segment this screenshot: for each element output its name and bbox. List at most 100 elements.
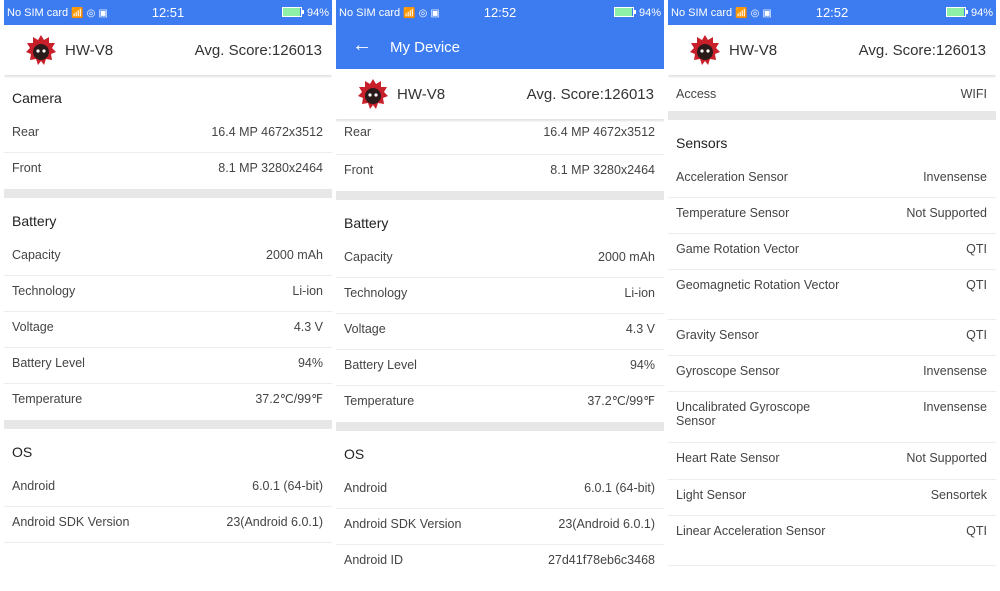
battery-icon bbox=[945, 7, 968, 17]
item-value: 94% bbox=[629, 358, 655, 372]
item-label: Light Sensor bbox=[676, 488, 747, 502]
item-value: 6.0.1 (64-bit) bbox=[252, 479, 323, 493]
list-item: Android SDK Version 23(Android 6.0.1) bbox=[336, 509, 664, 545]
status-bar: No SIM card 📶 ◎ ▣ 12:51 94% bbox=[4, 0, 332, 25]
item-label: Temperature bbox=[12, 392, 83, 406]
item-value: 23(Android 6.0.1) bbox=[558, 517, 655, 531]
list-item: Gyroscope Sensor Invensense bbox=[668, 356, 996, 392]
item-label: Uncalibrated Gyroscope Sensor bbox=[676, 400, 811, 428]
list-item: Rear 16.4 MP 4672x3512 bbox=[336, 119, 664, 155]
item-value: Invensense bbox=[923, 364, 987, 378]
list-item: Linear Acceleration Sensor QTI bbox=[668, 516, 996, 566]
list-item: Gravity Sensor QTI bbox=[668, 320, 996, 356]
section-title-camera: Camera bbox=[12, 90, 62, 106]
list-item: Capacity 2000 mAh bbox=[336, 242, 664, 278]
item-value: 37.2℃/99℉ bbox=[255, 392, 323, 406]
list-item: Temperature 37.2℃/99℉ bbox=[4, 384, 332, 420]
device-name: HW-V8 bbox=[729, 42, 778, 59]
battery-percent: 94% bbox=[638, 7, 661, 19]
screen-3: No SIM card 📶 ◎ ▣ 12:52 94% HW-V8 Avg. Scor… bbox=[668, 0, 996, 591]
item-value: 27d41f78eb6c3468 bbox=[547, 553, 655, 567]
section-title-battery: Battery bbox=[344, 215, 389, 231]
list-item: Acceleration Sensor Invensense bbox=[668, 162, 996, 198]
item-label: Android ID bbox=[344, 553, 404, 567]
section-title-sensors: Sensors bbox=[676, 135, 728, 151]
section-divider bbox=[336, 422, 664, 431]
item-value: Invensense bbox=[923, 170, 987, 184]
item-value: Sensortek bbox=[930, 488, 987, 502]
item-label: Acceleration Sensor bbox=[676, 170, 788, 184]
item-value: 94% bbox=[297, 356, 323, 370]
section-divider bbox=[336, 191, 664, 200]
section-divider bbox=[4, 420, 332, 429]
section-title-battery: Battery bbox=[12, 213, 57, 229]
list-item: Battery Level 94% bbox=[336, 350, 664, 386]
item-label: Game Rotation Vector bbox=[676, 242, 799, 256]
item-label: Front bbox=[12, 161, 42, 175]
item-label: Android SDK Version bbox=[12, 515, 130, 529]
item-value: Not Supported bbox=[906, 206, 987, 220]
list-item: Android SDK Version 23(Android 6.0.1) bbox=[4, 507, 332, 543]
item-label: Gravity Sensor bbox=[676, 328, 759, 342]
list-item: Light Sensor Sensortek bbox=[668, 480, 996, 516]
item-value: 16.4 MP 4672x3512 bbox=[211, 125, 323, 139]
list-item: Android 6.0.1 (64-bit) bbox=[4, 471, 332, 507]
list-content[interactable]: Camera Rear 16.4 MP 4672x3512 Front 8.1 MP… bbox=[4, 79, 332, 543]
avg-score: Avg. Score:126013 bbox=[858, 42, 986, 59]
section-divider bbox=[4, 189, 332, 198]
list-content[interactable]: Rear 16.4 MP 4672x3512 Front 8.1 MP 3280x2… bbox=[336, 119, 664, 581]
list-item: Temperature 37.2℃/99℉ bbox=[336, 386, 664, 422]
list-item: Capacity 2000 mAh bbox=[4, 240, 332, 276]
app-bar: ← My Device bbox=[336, 25, 664, 69]
item-value: 6.0.1 (64-bit) bbox=[584, 481, 655, 495]
item-value: Li-ion bbox=[292, 284, 323, 298]
item-label: Rear bbox=[12, 125, 40, 139]
avg-score: Avg. Score:126013 bbox=[526, 86, 654, 103]
list-item: Heart Rate Sensor Not Supported bbox=[668, 443, 996, 480]
item-label: Voltage bbox=[344, 322, 386, 336]
item-value: 4.3 V bbox=[625, 322, 655, 336]
section-title-os: OS bbox=[344, 446, 365, 462]
battery-icon bbox=[281, 7, 304, 17]
item-value: 4.3 V bbox=[293, 320, 323, 334]
list-item: Game Rotation Vector QTI bbox=[668, 234, 996, 270]
list-item: Access WIFI bbox=[668, 75, 996, 111]
list-item: Temperature Sensor Not Supported bbox=[668, 198, 996, 234]
item-label: Android SDK Version bbox=[344, 517, 462, 531]
item-label: Temperature Sensor bbox=[676, 206, 790, 220]
status-bar: No SIM card 📶 ◎ ▣ 12:52 94% bbox=[668, 0, 996, 25]
back-arrow-icon[interactable]: ← bbox=[352, 34, 372, 57]
item-label: Temperature bbox=[344, 394, 415, 408]
item-label: Android bbox=[344, 481, 388, 495]
list-item: Android 6.0.1 (64-bit) bbox=[336, 473, 664, 509]
item-value: QTI bbox=[966, 278, 987, 292]
item-value: 2000 mAh bbox=[266, 248, 323, 262]
device-header: HW-V8 Avg. Score:126013 bbox=[336, 69, 664, 119]
item-label: Technology bbox=[344, 286, 408, 300]
list-item: Voltage 4.3 V bbox=[336, 314, 664, 350]
list-item: Voltage 4.3 V bbox=[4, 312, 332, 348]
device-header: HW-V8 Avg. Score:126013 bbox=[668, 25, 996, 75]
list-item: Android ID 27d41f78eb6c3468 bbox=[336, 545, 664, 581]
list-item: Uncalibrated Gyroscope Sensor Invensense bbox=[668, 392, 996, 443]
item-value: 8.1 MP 3280x2464 bbox=[550, 163, 655, 177]
device-name: HW-V8 bbox=[397, 86, 446, 103]
item-label: Capacity bbox=[12, 248, 61, 262]
list-item: Rear 16.4 MP 4672x3512 bbox=[4, 117, 332, 153]
list-content[interactable]: Access WIFI Sensors Acceleration Sensor In… bbox=[668, 75, 996, 566]
battery-percent: 94% bbox=[970, 7, 993, 19]
item-label: Gyroscope Sensor bbox=[676, 364, 780, 378]
item-label: Access bbox=[676, 87, 717, 101]
item-value: Li-ion bbox=[624, 286, 655, 300]
item-label: Battery Level bbox=[344, 358, 417, 372]
item-label: Battery Level bbox=[12, 356, 85, 370]
item-value: QTI bbox=[966, 328, 987, 342]
item-value: 8.1 MP 3280x2464 bbox=[218, 161, 323, 175]
item-value: QTI bbox=[966, 242, 987, 256]
item-value: 2000 mAh bbox=[598, 250, 655, 264]
item-label: Voltage bbox=[12, 320, 54, 334]
battery-icon bbox=[613, 7, 636, 17]
item-label: Heart Rate Sensor bbox=[676, 451, 780, 465]
list-item: Front 8.1 MP 3280x2464 bbox=[336, 155, 664, 191]
antutu-logo-icon bbox=[26, 35, 56, 65]
